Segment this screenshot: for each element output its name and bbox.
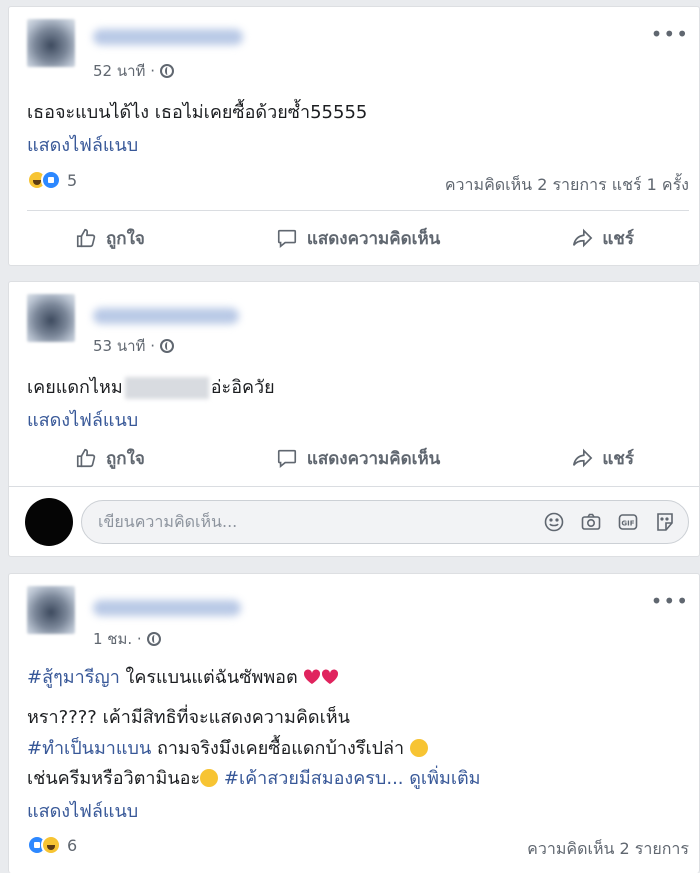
attachment-link[interactable]: แสดงไฟล์แนบ: [27, 796, 138, 825]
globe-icon: [146, 632, 161, 646]
heart-emoji: [303, 669, 321, 685]
commenter-avatar[interactable]: [25, 498, 73, 546]
attachment-link[interactable]: แสดงไฟล์แนบ: [27, 130, 138, 159]
author-name[interactable]: [93, 29, 243, 45]
globe-icon: [159, 64, 174, 78]
thumbs-up-icon: [76, 448, 96, 468]
post-text-line: #สู้ๆมารีญา ใครแบนแต่ฉันซัพพอต: [27, 662, 339, 691]
post-text-line: #ทำเป็นมาแบน ถามจริงมึงเคยซื้อแดกบ้างรึเ…: [27, 733, 428, 762]
comment-input[interactable]: เขียนความคิดเห็น... GIF: [81, 500, 689, 544]
hashtag-link[interactable]: #ทำเป็นมาแบน: [27, 738, 151, 759]
reaction-summary[interactable]: 6: [27, 835, 77, 855]
reaction-count: 5: [67, 170, 78, 190]
like-reaction-icon: [41, 170, 61, 190]
author-name[interactable]: [93, 600, 241, 616]
globe-icon: [159, 339, 174, 353]
avatar[interactable]: [27, 294, 75, 342]
svg-text:GIF: GIF: [621, 520, 634, 528]
emoji-icon[interactable]: [543, 511, 565, 533]
flushed-emoji: [200, 769, 219, 787]
avatar[interactable]: [27, 586, 75, 634]
avatar[interactable]: [27, 19, 75, 67]
divider: [9, 486, 699, 487]
comment-bubble-icon: [277, 229, 296, 248]
comment-stats[interactable]: ความคิดเห็น 2 รายการ: [527, 837, 689, 862]
hashtag-link[interactable]: #เค้าสวยมีสมองครบ: [218, 768, 386, 789]
post-text: เคยแดกไหม อ่ะอิควัย: [27, 377, 275, 399]
post-timestamp[interactable]: 1 ชม. ·: [93, 627, 161, 651]
like-button[interactable]: ถูกใจ: [74, 225, 145, 252]
attachment-link[interactable]: แสดงไฟล์แนบ: [27, 405, 138, 434]
share-button[interactable]: แชร์: [570, 445, 634, 472]
comment-bubble-icon: [277, 449, 296, 468]
haha-reaction-icon: [41, 835, 61, 855]
post-text-line: เช่นครีมหรือวิตามินอะ #เค้าสวยมีสมองครบ.…: [27, 768, 481, 789]
post-text: เธอจะแบนได้ไง เธอไม่เคยซื้อด้วยซ้ำ55555: [27, 102, 368, 123]
reaction-count: 6: [67, 835, 78, 855]
see-more-link[interactable]: ... ดูเพิ่มเติม: [386, 768, 480, 789]
share-arrow-icon: [573, 448, 593, 468]
share-button[interactable]: แชร์: [570, 225, 634, 252]
like-button[interactable]: ถูกใจ: [74, 445, 145, 472]
post-text-line: หรา???? เค้ามีสิทธิที่จะแสดงความคิดเห็น: [27, 707, 350, 728]
comment-button[interactable]: แสดงความคิดเห็น: [275, 445, 440, 472]
post-card: ••• 1 ชม. · #สู้ๆมารีญา ใครแบนแต่ฉันซัพพ…: [8, 573, 700, 873]
thumbs-up-icon: [76, 228, 96, 248]
comment-share-stats[interactable]: ความคิดเห็น 2 รายการ แชร์ 1 ครั้ง: [445, 173, 689, 198]
action-bar: ถูกใจ แสดงความคิดเห็น แชร์: [9, 218, 699, 258]
reaction-summary[interactable]: 5: [27, 170, 77, 190]
post-timestamp[interactable]: 53 นาที ·: [93, 334, 174, 358]
heart-emoji: [321, 669, 339, 685]
action-bar: ถูกใจ แสดงความคิดเห็น แชร์: [9, 438, 699, 478]
rolling-laugh-emoji: [409, 739, 428, 757]
share-arrow-icon: [573, 228, 593, 248]
post-card: 53 นาที · เคยแดกไหม อ่ะอิควัย แสดงไฟล์แนบ…: [8, 281, 700, 557]
redacted-text: [124, 377, 209, 399]
post-card: 52 นาที · ••• เธอจะแบนได้ไง เธอไม่เคยซื้…: [8, 6, 700, 266]
comment-button[interactable]: แสดงความคิดเห็น: [275, 225, 440, 252]
post-timestamp[interactable]: 52 นาที ·: [93, 59, 174, 83]
camera-icon[interactable]: [580, 511, 602, 533]
hashtag-link[interactable]: #สู้ๆมารีญา: [27, 667, 120, 688]
gif-icon[interactable]: GIF: [617, 511, 639, 533]
more-options-icon[interactable]: •••: [651, 24, 689, 44]
divider: [27, 210, 689, 211]
author-name[interactable]: [93, 308, 239, 324]
more-options-icon[interactable]: •••: [651, 591, 689, 611]
sticker-icon[interactable]: [654, 511, 676, 533]
